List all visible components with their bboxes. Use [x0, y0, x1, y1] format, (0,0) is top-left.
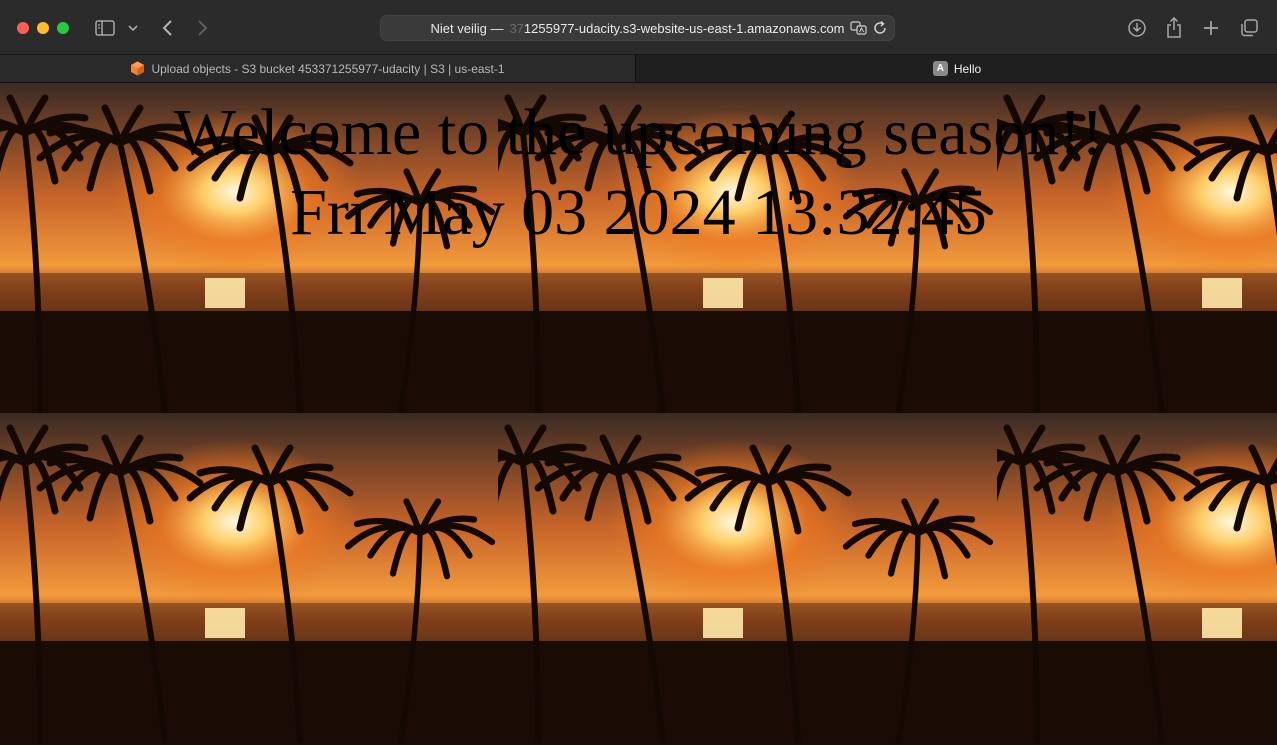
aws-icon: [130, 61, 145, 76]
sidebar-toggle-icon[interactable]: [94, 18, 116, 38]
tab-label: Hello: [953, 61, 982, 76]
sunset-background-tile: [498, 413, 998, 744]
insecure-label: Niet veilig —: [430, 20, 504, 36]
sunset-background-tile: [0, 413, 500, 744]
reload-icon[interactable]: [872, 20, 888, 39]
address-bar[interactable]: Niet veilig — 37 1255977-udacity.s3-webs…: [380, 15, 895, 41]
letter-a-icon: A: [932, 61, 948, 76]
back-icon[interactable]: [158, 17, 176, 39]
tab-overview-icon[interactable]: [1238, 17, 1260, 39]
downloads-icon[interactable]: [1126, 17, 1148, 39]
datetime-text: Fri May 03 2024 13:32:45: [290, 176, 987, 249]
web-page: Welcome to the upcoming season!! Fri May…: [0, 83, 1277, 745]
translate-icon[interactable]: [850, 20, 868, 39]
minimize-window-button[interactable]: [37, 22, 49, 34]
tab-hello[interactable]: A Hello: [637, 55, 1277, 82]
heading-text: Welcome to the upcoming season!!: [173, 96, 1104, 169]
tab-bar: Upload objects - S3 bucket 453371255977-…: [0, 55, 1277, 83]
browser-toolbar: Niet veilig — 37 1255977-udacity.s3-webs…: [0, 0, 1277, 55]
close-window-button[interactable]: [17, 22, 29, 34]
tab-s3-upload[interactable]: Upload objects - S3 bucket 453371255977-…: [0, 55, 636, 82]
url-faded-part: 37: [509, 20, 524, 36]
maximize-window-button[interactable]: [57, 22, 69, 34]
sunset-background-tile: [997, 413, 1277, 744]
new-tab-icon[interactable]: [1200, 17, 1222, 39]
chevron-down-icon[interactable]: [126, 20, 140, 36]
forward-icon[interactable]: [194, 17, 212, 39]
url-text: 1255977-udacity.s3-website-us-east-1.ama…: [523, 20, 845, 36]
share-icon[interactable]: [1164, 16, 1184, 40]
tab-label: Upload objects - S3 bucket 453371255977-…: [151, 61, 505, 76]
welcome-heading: Welcome to the upcoming season!! Fri May…: [0, 93, 1277, 253]
